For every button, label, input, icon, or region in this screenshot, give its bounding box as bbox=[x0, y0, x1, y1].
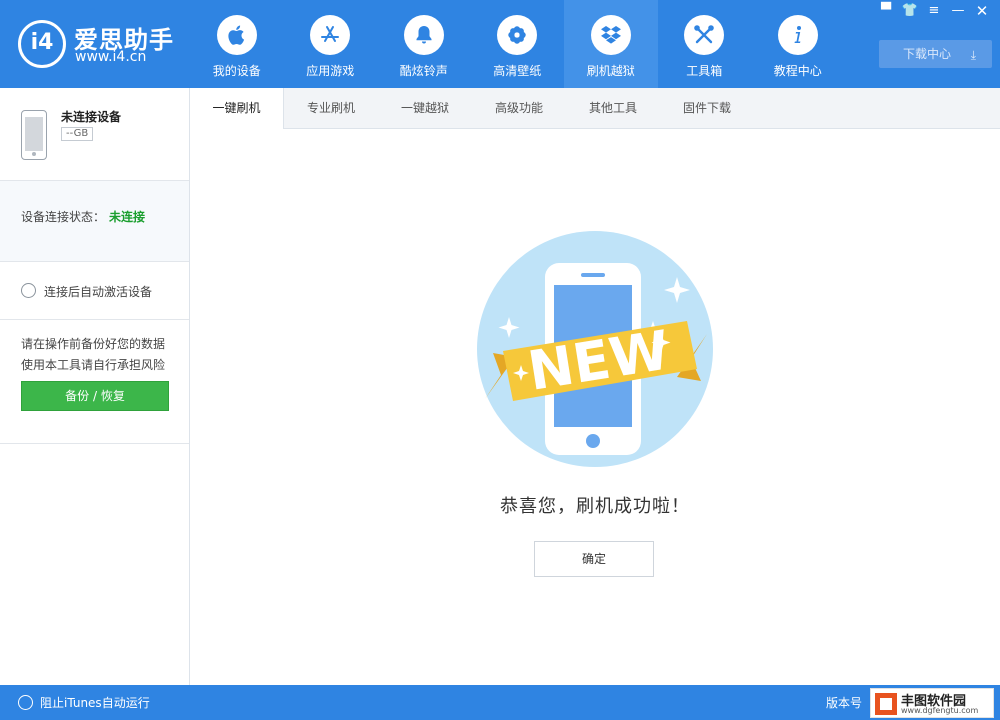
nav-item-flash-jailbreak[interactable]: 刷机越狱 bbox=[564, 0, 658, 88]
tab-advanced[interactable]: 高级功能 bbox=[472, 88, 566, 129]
app-window: i4 爱思助手 www.i4.cn 我的设备 应用游戏 酷炫铃声 高清壁纸 刷机… bbox=[0, 0, 1000, 720]
app-logo: i4 爱思助手 www.i4.cn bbox=[18, 18, 193, 70]
window-controls: ▀ 👕 ≡ — ✕ bbox=[876, 2, 992, 20]
feedback-icon[interactable]: ▀ bbox=[876, 2, 896, 20]
connection-status-label: 设备连接状态： bbox=[21, 210, 106, 224]
nav-item-wallpapers[interactable]: 高清壁纸 bbox=[471, 0, 565, 88]
warning-line: 请在操作前备份好您的数据 bbox=[21, 337, 166, 351]
nav-item-toolbox[interactable]: 工具箱 bbox=[658, 0, 752, 88]
success-message: 恭喜您，刷机成功啦！ bbox=[500, 496, 690, 517]
apple-icon bbox=[216, 15, 257, 55]
flower-icon bbox=[497, 15, 538, 55]
watermark-url: www.dgfengtu.com bbox=[901, 706, 979, 715]
warning-line: 使用本工具请自行承担风险 bbox=[21, 358, 166, 372]
download-center-label: 下载中心 bbox=[903, 47, 952, 61]
close-icon[interactable]: ✕ bbox=[972, 2, 992, 20]
sidebar: 未连接设备 --GB 设备连接状态： 未连接 连接后自动激活设备 请在操作前备份… bbox=[0, 88, 190, 685]
connection-status-value: 未连接 bbox=[109, 210, 146, 224]
bottom-bar: 阻止iTunes自动运行 版本号 丰图软件园 www.dgfengtu.com bbox=[0, 685, 1000, 720]
confirm-button[interactable]: 确定 bbox=[534, 541, 654, 577]
tab-pro-flash[interactable]: 专业刷机 bbox=[284, 88, 378, 129]
tools-icon bbox=[684, 15, 725, 55]
nav-label: 工具箱 bbox=[686, 64, 723, 78]
skin-icon[interactable]: 👕 bbox=[900, 2, 920, 20]
nav-label: 高清壁纸 bbox=[493, 64, 542, 78]
new-phone-illustration: NEW bbox=[477, 231, 713, 467]
auto-activate-label: 连接后自动激活设备 bbox=[44, 285, 153, 299]
info-icon bbox=[777, 15, 818, 55]
tab-other-tools[interactable]: 其他工具 bbox=[566, 88, 660, 129]
tab-firmware-download[interactable]: 固件下载 bbox=[660, 88, 754, 129]
tab-one-click-flash[interactable]: 一键刷机 bbox=[190, 88, 284, 130]
connection-status: 设备连接状态： 未连接 bbox=[0, 181, 189, 262]
top-bar: i4 爱思助手 www.i4.cn 我的设备 应用游戏 酷炫铃声 高清壁纸 刷机… bbox=[0, 0, 1000, 88]
site-watermark: 丰图软件园 www.dgfengtu.com bbox=[870, 688, 994, 718]
watermark-logo-icon bbox=[875, 693, 897, 715]
nav-label: 刷机越狱 bbox=[586, 64, 635, 78]
dropbox-icon bbox=[590, 15, 631, 55]
backup-restore-button[interactable]: 备份 / 恢复 bbox=[21, 381, 169, 411]
nav-item-my-device[interactable]: 我的设备 bbox=[190, 0, 284, 88]
version-label: 版本号 bbox=[826, 696, 863, 710]
logo-url: www.i4.cn bbox=[75, 49, 147, 65]
logo-mark: i4 bbox=[18, 20, 66, 68]
device-capacity: --GB bbox=[61, 127, 94, 141]
tab-one-click-jailbreak[interactable]: 一键越狱 bbox=[378, 88, 472, 129]
nav-item-ringtones[interactable]: 酷炫铃声 bbox=[377, 0, 471, 88]
block-itunes-radio[interactable] bbox=[18, 695, 33, 710]
download-icon: ⤓ bbox=[970, 48, 976, 62]
device-card: 未连接设备 --GB bbox=[0, 88, 189, 181]
nav-label: 应用游戏 bbox=[306, 64, 355, 78]
nav-label: 教程中心 bbox=[773, 64, 822, 78]
nav-label: 酷炫铃声 bbox=[399, 64, 448, 78]
nav-label: 我的设备 bbox=[212, 64, 261, 78]
minimize-icon[interactable]: — bbox=[948, 2, 968, 20]
block-itunes-label: 阻止iTunes自动运行 bbox=[40, 696, 150, 710]
main-content: NEW 恭喜您，刷机成功啦！ 确定 bbox=[190, 129, 1000, 685]
device-name: 未连接设备 bbox=[61, 110, 122, 124]
tab-bar: 一键刷机 专业刷机 一键越狱 高级功能 其他工具 固件下载 bbox=[190, 88, 1000, 130]
download-center-button[interactable]: 下载中心 ⤓ bbox=[879, 40, 992, 68]
main-nav: 我的设备 应用游戏 酷炫铃声 高清壁纸 刷机越狱 工具箱 教程中心 bbox=[190, 0, 845, 88]
menu-icon[interactable]: ≡ bbox=[924, 2, 944, 20]
nav-item-apps-games[interactable]: 应用游戏 bbox=[284, 0, 378, 88]
warning-block: 请在操作前备份好您的数据 使用本工具请自行承担风险 备份 / 恢复 bbox=[0, 320, 189, 444]
app-store-icon bbox=[310, 15, 351, 55]
phone-icon bbox=[21, 110, 47, 160]
auto-activate-radio[interactable] bbox=[21, 283, 36, 298]
bell-icon bbox=[403, 15, 444, 55]
nav-item-tutorials[interactable]: 教程中心 bbox=[751, 0, 845, 88]
auto-activate-option[interactable]: 连接后自动激活设备 bbox=[0, 262, 189, 320]
